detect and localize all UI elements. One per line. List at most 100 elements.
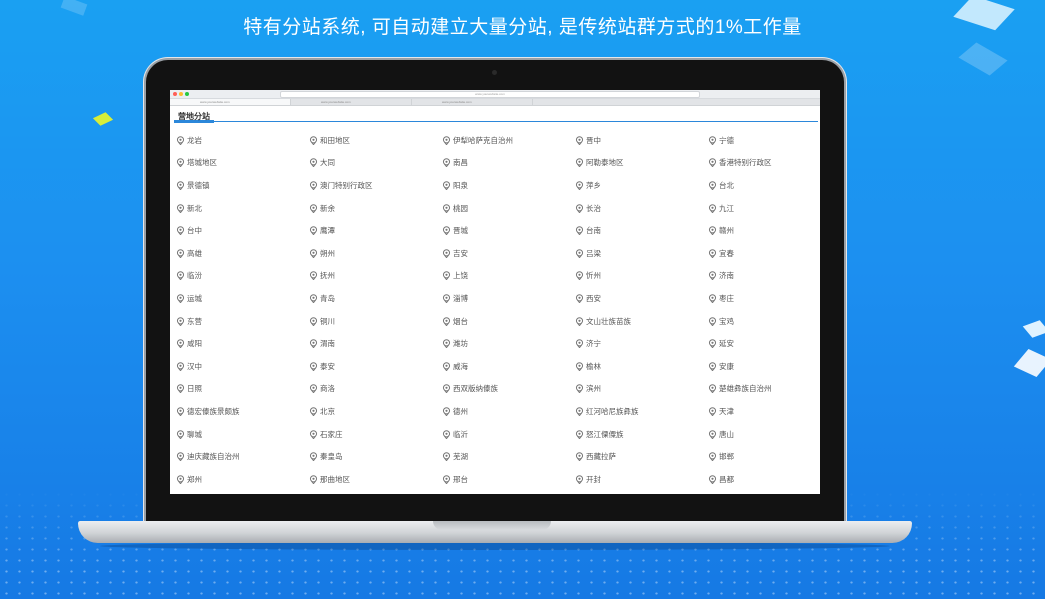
city-link[interactable]: 新北 [176, 197, 309, 220]
city-link[interactable]: 红河哈尼族彝族 [575, 400, 708, 423]
city-link[interactable]: 九江 [708, 197, 820, 220]
city-label: 唐山 [719, 429, 734, 439]
city-link[interactable]: 郑州 [176, 468, 309, 491]
city-link[interactable]: 天津 [708, 400, 820, 423]
city-link[interactable]: 鹰潭 [309, 219, 442, 242]
city-link[interactable]: 德宏傣族景颇族 [176, 400, 309, 423]
city-link[interactable]: 抚州 [309, 265, 442, 288]
city-label: 台南 [586, 226, 601, 236]
city-link[interactable]: 滨州 [575, 378, 708, 401]
city-link[interactable]: 延安 [708, 332, 820, 355]
city-link[interactable]: 晋中 [575, 129, 708, 152]
city-label: 和田地区 [320, 135, 350, 145]
city-link[interactable]: 阿勒泰地区 [575, 152, 708, 175]
city-link[interactable]: 忻州 [575, 265, 708, 288]
city-link[interactable]: 临沂 [442, 423, 575, 446]
city-link[interactable]: 大同 [309, 152, 442, 175]
city-link[interactable]: 宜春 [708, 242, 820, 265]
city-link[interactable]: 吕梁 [575, 242, 708, 265]
city-link[interactable]: 开封 [575, 468, 708, 491]
city-link[interactable]: 龙岩 [176, 129, 309, 152]
city-link[interactable]: 潍坊 [442, 332, 575, 355]
minimize-window-icon[interactable] [179, 92, 183, 96]
city-link[interactable]: 萍乡 [575, 174, 708, 197]
browser-tab[interactable]: www.yourwebsite.com [170, 99, 291, 105]
city-link[interactable]: 伊犁哈萨克自治州 [442, 129, 575, 152]
city-link[interactable]: 运城 [176, 287, 309, 310]
city-link[interactable]: 渭南 [309, 332, 442, 355]
city-link[interactable]: 安康 [708, 355, 820, 378]
city-link[interactable]: 青岛 [309, 287, 442, 310]
city-label: 宁德 [719, 135, 734, 145]
city-link[interactable]: 台中 [176, 219, 309, 242]
city-link[interactable]: 东营 [176, 310, 309, 333]
city-link[interactable]: 和田地区 [309, 129, 442, 152]
city-link[interactable]: 铜川 [309, 310, 442, 333]
city-link[interactable]: 南昌 [442, 152, 575, 175]
close-window-icon[interactable] [173, 92, 177, 96]
city-link[interactable]: 楚雄彝族自治州 [708, 378, 820, 401]
city-link[interactable]: 临汾 [176, 265, 309, 288]
city-link[interactable]: 西双版纳傣族 [442, 378, 575, 401]
city-link[interactable]: 西安 [575, 287, 708, 310]
city-link[interactable]: 北京 [309, 400, 442, 423]
browser-tab[interactable]: www.yourwebsite.com [291, 99, 412, 105]
city-link[interactable]: 文山壮族苗族 [575, 310, 708, 333]
city-link[interactable]: 吉安 [442, 242, 575, 265]
city-link[interactable]: 德州 [442, 400, 575, 423]
city-link[interactable]: 澳门特别行政区 [309, 174, 442, 197]
city-link[interactable]: 泰安 [309, 355, 442, 378]
city-link[interactable]: 上饶 [442, 265, 575, 288]
location-pin-icon [575, 226, 584, 236]
city-link[interactable]: 西藏拉萨 [575, 445, 708, 468]
city-link[interactable]: 淄博 [442, 287, 575, 310]
address-bar[interactable]: www.yourwebsite.com [280, 91, 700, 98]
city-link[interactable]: 聊城 [176, 423, 309, 446]
browser-tab[interactable]: www.yourwebsite.com [412, 99, 533, 105]
city-link[interactable]: 枣庄 [708, 287, 820, 310]
promo-headline: 特有分站系统, 可自动建立大量分站, 是传统站群方式的1%工作量 [243, 17, 802, 38]
city-link[interactable]: 烟台 [442, 310, 575, 333]
city-link[interactable]: 宝鸡 [708, 310, 820, 333]
city-link[interactable]: 石家庄 [309, 423, 442, 446]
city-link[interactable]: 景德镇 [176, 174, 309, 197]
city-link[interactable]: 宁德 [708, 129, 820, 152]
city-label: 济宁 [586, 339, 601, 349]
city-link[interactable]: 桃园 [442, 197, 575, 220]
city-link[interactable]: 秦皇岛 [309, 445, 442, 468]
city-link[interactable]: 济宁 [575, 332, 708, 355]
location-pin-icon [309, 248, 318, 259]
city-link[interactable]: 威海 [442, 355, 575, 378]
city-link[interactable]: 邢台 [442, 468, 575, 491]
maximize-window-icon[interactable] [185, 92, 189, 96]
location-pin-icon [708, 407, 717, 417]
city-link[interactable]: 台北 [708, 174, 820, 197]
city-link[interactable]: 汉中 [176, 355, 309, 378]
city-link[interactable]: 邯郸 [708, 445, 820, 468]
city-link[interactable]: 迪庆藏族自治州 [176, 445, 309, 468]
city-link[interactable]: 怒江傈僳族 [575, 423, 708, 446]
city-link[interactable]: 咸阳 [176, 332, 309, 355]
city-link[interactable]: 塔城地区 [176, 152, 309, 175]
city-link[interactable]: 长治 [575, 197, 708, 220]
city-link[interactable]: 日照 [176, 378, 309, 401]
city-link[interactable]: 阳泉 [442, 174, 575, 197]
city-label: 郑州 [187, 474, 202, 484]
city-link[interactable]: 高雄 [176, 242, 309, 265]
city-link[interactable]: 唐山 [708, 423, 820, 446]
city-label: 台中 [187, 226, 202, 236]
city-link[interactable]: 济南 [708, 265, 820, 288]
location-pin-icon [442, 181, 451, 191]
city-link[interactable]: 台南 [575, 219, 708, 242]
location-pin-icon [176, 203, 185, 214]
city-link[interactable]: 香港特别行政区 [708, 152, 820, 175]
city-link[interactable]: 赣州 [708, 219, 820, 242]
city-link[interactable]: 晋城 [442, 219, 575, 242]
city-link[interactable]: 新余 [309, 197, 442, 220]
city-link[interactable]: 商洛 [309, 378, 442, 401]
city-link[interactable]: 朔州 [309, 242, 442, 265]
city-link[interactable]: 昌都 [708, 468, 820, 491]
city-link[interactable]: 芜湖 [442, 445, 575, 468]
city-link[interactable]: 榆林 [575, 355, 708, 378]
city-link[interactable]: 那曲地区 [309, 468, 442, 491]
